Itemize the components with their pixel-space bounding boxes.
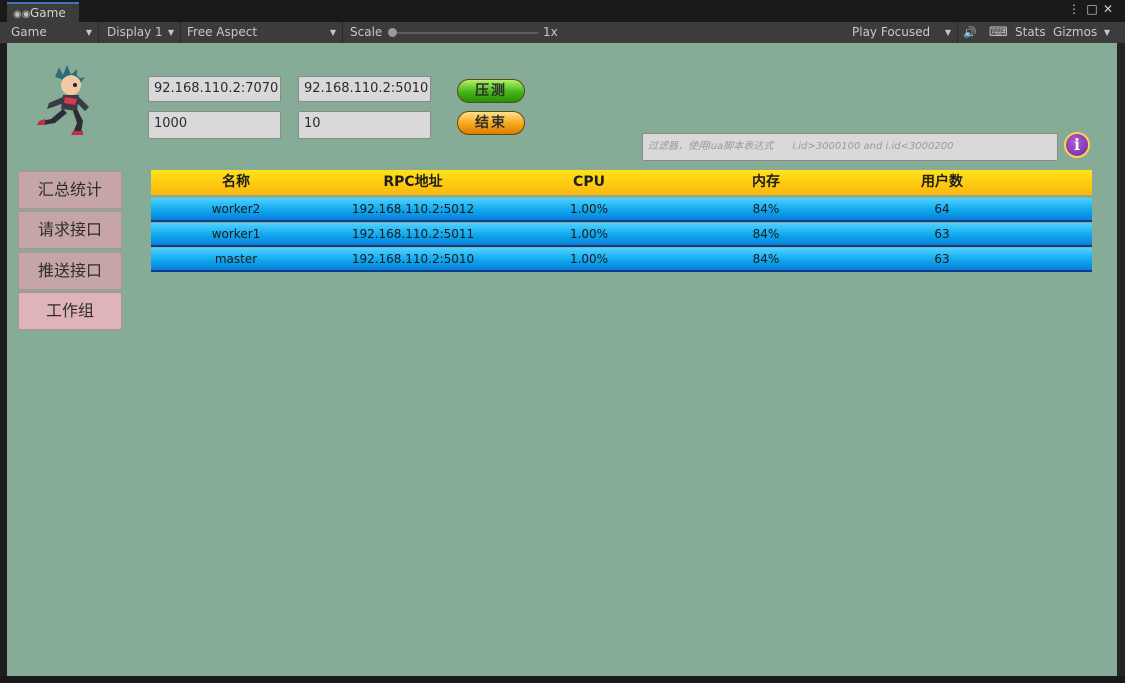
column-header-users: 用户数 — [921, 174, 963, 190]
sidebar-item-workgroup[interactable]: 工作组 — [18, 292, 122, 330]
column-header-rpc: RPC地址 — [383, 174, 443, 190]
cell-users: 63 — [934, 252, 950, 266]
stress-test-button[interactable]: 压测 — [457, 79, 525, 103]
close-icon[interactable]: ✕ — [1101, 2, 1115, 16]
rpc-address-field[interactable]: 92.168.110.2:5010 — [298, 76, 431, 102]
scale-slider-handle[interactable] — [388, 28, 397, 37]
cell-name: worker1 — [211, 227, 261, 241]
editor-status-bar — [0, 676, 1125, 683]
cell-cpu: 1.00% — [569, 227, 609, 241]
scale-slider-track[interactable] — [392, 32, 538, 34]
game-tab[interactable]: ◉◉Game — [7, 2, 79, 22]
chevron-down-icon: ▼ — [167, 28, 174, 37]
cell-rpc: 192.168.110.2:5010 — [351, 252, 475, 266]
filter-input[interactable]: 过滤器，使用lua脚本表达式 i.id>3000100 and i.id<300… — [642, 133, 1058, 161]
cell-name: master — [214, 252, 258, 266]
concurrency-field[interactable]: 10 — [298, 111, 431, 139]
cell-memory: 84% — [752, 227, 780, 241]
cell-users: 63 — [934, 227, 950, 241]
game-tab-label: Game — [30, 6, 66, 20]
chevron-down-icon: ▼ — [944, 28, 951, 37]
column-header-cpu: CPU — [573, 174, 605, 190]
gateway-address-field[interactable]: 92.168.110.2:7070 — [148, 76, 281, 102]
column-header-memory: 内存 — [752, 174, 780, 190]
table-row[interactable]: master 192.168.110.2:5010 1.00% 84% 63 — [151, 248, 1092, 272]
cell-memory: 84% — [752, 252, 780, 266]
character-logo — [37, 65, 89, 135]
display-dropdown[interactable]: Display 1 ▼ — [103, 22, 181, 43]
editor-tab-bar: ◉◉Game ⋮ □ ✕ — [0, 0, 1125, 22]
scale-label: Scale — [350, 25, 383, 39]
sidebar-item-summary[interactable]: 汇总统计 — [18, 171, 122, 209]
side-panel-edge — [1117, 43, 1125, 683]
gizmos-button[interactable]: Gizmos — [1053, 22, 1097, 43]
cell-name: worker2 — [211, 202, 261, 216]
view-mode-dropdown[interactable]: Game ▼ — [7, 22, 99, 43]
cell-rpc: 192.168.110.2:5011 — [351, 227, 475, 241]
game-viewport: 92.168.110.2:7070 92.168.110.2:5010 1000… — [7, 43, 1117, 676]
play-mode-value: Play Focused — [852, 25, 931, 39]
cell-cpu: 1.00% — [569, 202, 609, 216]
table-row[interactable]: worker2 192.168.110.2:5012 1.00% 84% 64 — [151, 198, 1092, 222]
audio-mute-icon[interactable]: 🔊 — [963, 22, 977, 43]
chevron-down-icon[interactable]: ▼ — [1104, 22, 1110, 43]
maximize-icon[interactable]: □ — [1085, 2, 1099, 16]
info-icon[interactable]: i — [1064, 132, 1090, 158]
more-options-icon[interactable]: ⋮ — [1067, 2, 1081, 16]
scale-value: 1x — [543, 25, 558, 39]
cell-cpu: 1.00% — [569, 252, 609, 266]
cell-memory: 84% — [752, 202, 780, 216]
chevron-down-icon: ▼ — [85, 28, 92, 37]
request-count-field[interactable]: 1000 — [148, 111, 281, 139]
chevron-down-icon: ▼ — [329, 28, 336, 37]
aspect-dropdown[interactable]: Free Aspect ▼ — [183, 22, 343, 43]
stats-button[interactable]: Stats — [1015, 22, 1046, 43]
cell-rpc: 192.168.110.2:5012 — [351, 202, 475, 216]
table-header: 名称 RPC地址 CPU 内存 用户数 — [151, 170, 1092, 195]
sidebar-item-request-api[interactable]: 请求接口 — [18, 211, 122, 249]
keyboard-icon[interactable]: ⌨ — [989, 22, 1008, 43]
aspect-value: Free Aspect — [187, 25, 258, 39]
game-view-toolbar: Game ▼ Display 1 ▼ Free Aspect ▼ Scale 1… — [0, 22, 1125, 44]
table-row[interactable]: worker1 192.168.110.2:5011 1.00% 84% 63 — [151, 223, 1092, 247]
stop-button[interactable]: 结束 — [457, 111, 525, 135]
column-header-name: 名称 — [222, 174, 250, 190]
display-value: Display 1 — [107, 25, 163, 39]
sidebar-item-push-api[interactable]: 推送接口 — [18, 252, 122, 290]
cell-users: 64 — [934, 202, 950, 216]
view-mode-value: Game — [11, 25, 47, 39]
play-mode-dropdown[interactable]: Play Focused ▼ — [848, 22, 958, 43]
